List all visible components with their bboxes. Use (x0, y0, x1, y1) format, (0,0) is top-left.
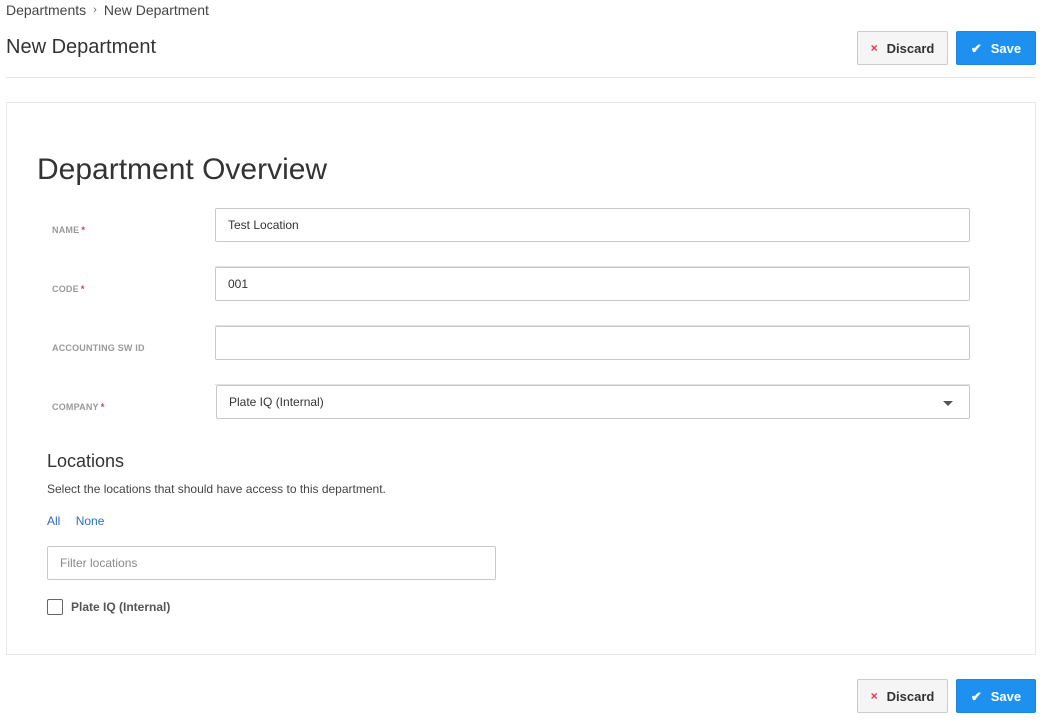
page-title: New Department (6, 36, 157, 58)
select-all-link[interactable]: All (47, 514, 60, 528)
check-icon: ✔ (970, 688, 982, 704)
form-row-accounting-sw-id: ACCOUNTING SW ID (47, 326, 970, 385)
caret-down-icon (943, 401, 953, 406)
breadcrumb: Departments › New Department (6, 2, 209, 18)
footer-save-button-label: Save (990, 688, 1022, 704)
check-icon: ✔ (970, 40, 982, 56)
chevron-right-icon: › (93, 4, 97, 16)
department-form-card: Department Overview NAME* CODE* ACCOUNTI… (6, 102, 1036, 655)
section-title: Department Overview (37, 153, 328, 186)
filter-locations-input[interactable] (47, 546, 496, 580)
name-label: NAME * (52, 225, 85, 235)
discard-button[interactable]: × Discard (857, 31, 948, 65)
breadcrumb-current: New Department (103, 2, 209, 18)
selection-links: All None (47, 514, 116, 528)
locations-description: Select the locations that should have ac… (47, 482, 386, 496)
name-input[interactable] (215, 208, 970, 242)
locations-title: Locations (47, 451, 125, 471)
accounting-sw-id-input[interactable] (215, 326, 970, 360)
header-divider (6, 77, 1036, 78)
name-label-text: NAME (52, 225, 80, 235)
accounting-sw-id-label: ACCOUNTING SW ID (52, 343, 145, 353)
company-select[interactable]: Plate IQ (Internal) (216, 385, 970, 419)
form-row-code: CODE * (47, 267, 970, 326)
company-label-text: COMPANY (52, 402, 99, 412)
discard-button-label: Discard (886, 40, 935, 56)
code-input[interactable] (215, 267, 970, 301)
company-label: COMPANY * (52, 402, 104, 412)
required-marker: * (81, 225, 86, 235)
save-button-label: Save (990, 40, 1022, 56)
code-label-text: CODE (52, 284, 79, 294)
page: Departments › New Department New Departm… (0, 0, 1052, 725)
required-marker: * (80, 284, 85, 294)
location-label: Plate IQ (Internal) (71, 600, 171, 614)
save-button[interactable]: ✔ Save (956, 31, 1036, 65)
footer-save-button[interactable]: ✔ Save (956, 679, 1036, 713)
required-marker: * (100, 402, 105, 412)
breadcrumb-departments-link[interactable]: Departments (6, 2, 86, 18)
footer-discard-button-label: Discard (886, 688, 935, 704)
location-item[interactable]: Plate IQ (Internal) (47, 599, 170, 615)
select-none-link[interactable]: None (76, 514, 105, 528)
code-label: CODE * (52, 284, 85, 294)
location-checkbox[interactable] (47, 599, 63, 615)
footer-discard-button[interactable]: × Discard (857, 679, 948, 713)
form-row-name: NAME * (47, 208, 970, 267)
company-select-value: Plate IQ (Internal) (229, 395, 324, 409)
form-row-company: COMPANY * Plate IQ (Internal) (47, 385, 970, 444)
close-icon: × (870, 689, 878, 703)
close-icon: × (870, 41, 878, 55)
accounting-sw-id-label-text: ACCOUNTING SW ID (52, 343, 145, 353)
